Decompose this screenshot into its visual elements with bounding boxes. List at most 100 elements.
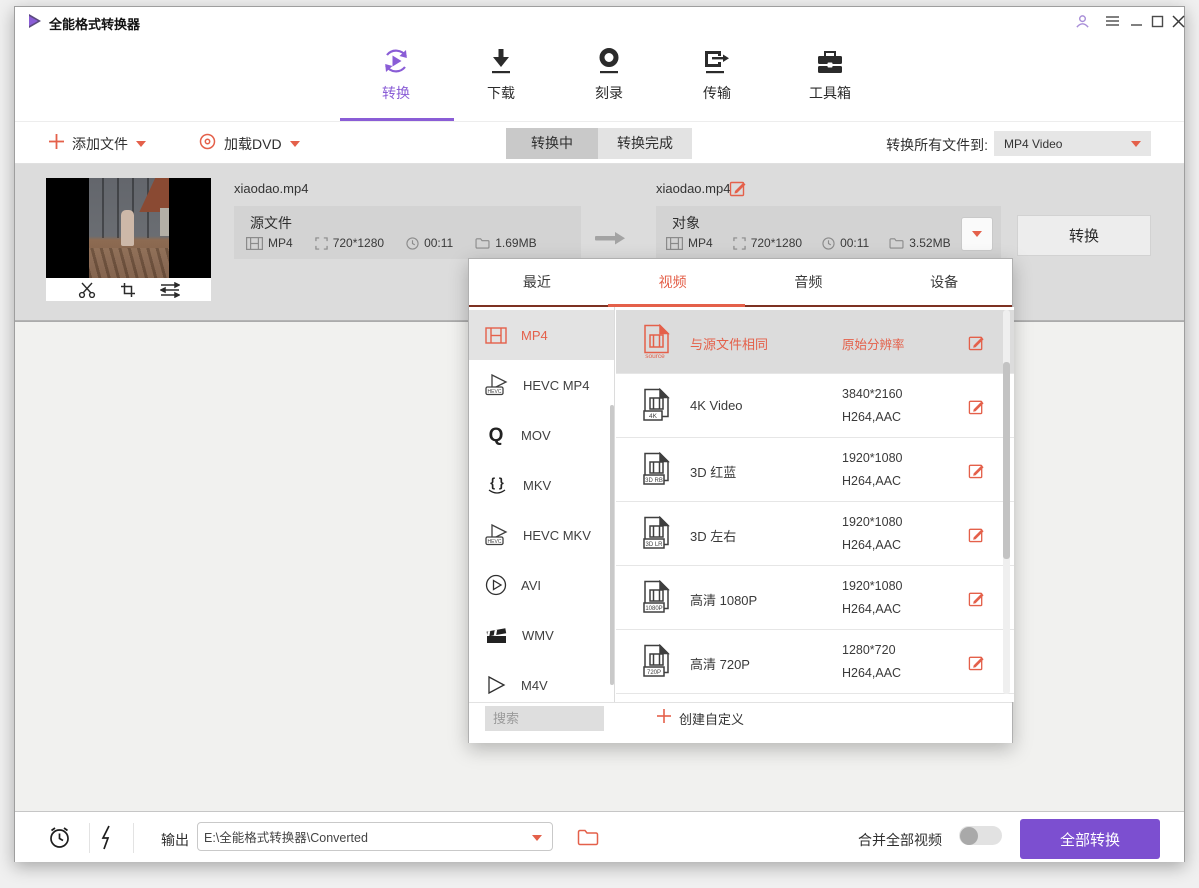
effects-icon[interactable] xyxy=(160,282,180,298)
format-search-input[interactable] xyxy=(485,706,604,731)
preset-4k-edit-icon[interactable] xyxy=(968,398,985,420)
target-format-dropdown-button[interactable] xyxy=(961,217,993,251)
tab-device[interactable]: 设备 xyxy=(876,259,1012,305)
svg-text:1080P: 1080P xyxy=(645,606,662,612)
preset-source-name: 与源文件相同 xyxy=(690,334,768,353)
convert-row-button[interactable]: 转换 xyxy=(1017,215,1151,256)
maximize-icon[interactable] xyxy=(1147,12,1167,30)
format-item-mkv[interactable]: { } MKV xyxy=(469,460,615,510)
account-icon[interactable] xyxy=(1072,12,1092,30)
preset-3d-rb-codec: H264,AAC xyxy=(842,474,901,488)
preset-1080p-resolution: 1920*1080 xyxy=(842,579,902,593)
format-item-m4v-label: M4V xyxy=(521,678,548,693)
load-dvd-button[interactable]: 加载DVD xyxy=(199,122,300,165)
tab-download[interactable]: 下载 xyxy=(459,41,543,113)
tab-toolbox[interactable]: 工具箱 xyxy=(788,41,872,113)
format-item-wmv[interactable]: WMV xyxy=(469,610,615,660)
trim-icon[interactable] xyxy=(78,282,96,298)
preset-row-3d-lr[interactable]: 3D LR 3D 左右 1920*1080 H264,AAC xyxy=(616,502,1014,566)
preset-row-720p[interactable]: 720P 高清 720P 1280*720 H264,AAC xyxy=(616,630,1014,694)
output-path-input[interactable] xyxy=(204,824,524,849)
svg-text:4K: 4K xyxy=(649,413,658,420)
crop-icon[interactable] xyxy=(120,282,136,298)
tab-audio[interactable]: 音频 xyxy=(741,259,877,305)
target-box-title: 对象 xyxy=(672,215,700,231)
add-file-label: 添加文件 xyxy=(72,134,128,154)
preset-list-scrollbar-track xyxy=(1003,310,1010,694)
merge-all-toggle[interactable] xyxy=(959,826,1002,845)
hardware-acceleration-icon[interactable] xyxy=(98,825,116,850)
output-path-caret-icon[interactable] xyxy=(532,835,542,841)
format-item-hevc-mp4-label: HEVC MP4 xyxy=(523,378,589,393)
plus-icon xyxy=(657,709,671,728)
format-list: MP4 HEVC HEVC MP4 Q MOV { } MKV HEVC HEV… xyxy=(469,307,615,702)
resolution-icon xyxy=(733,237,746,250)
preset-3d-rb-icon: 3D RB xyxy=(642,452,672,493)
target-size: 3.52MB xyxy=(889,236,950,250)
rename-icon[interactable] xyxy=(729,179,747,197)
menu-icon[interactable] xyxy=(1102,12,1122,30)
target-resolution: 720*1280 xyxy=(733,236,802,250)
preset-3d-lr-name: 3D 左右 xyxy=(690,526,736,545)
preset-720p-edit-icon[interactable] xyxy=(968,654,985,676)
load-dvd-label: 加载DVD xyxy=(224,134,282,154)
preset-3d-lr-edit-icon[interactable] xyxy=(968,526,985,548)
tab-burn[interactable]: 刻录 xyxy=(567,41,651,113)
video-thumbnail xyxy=(46,178,211,278)
merge-all-label: 合并全部视频 xyxy=(858,830,942,850)
tab-convert[interactable]: 转换 xyxy=(354,41,438,113)
format-list-scrollbar[interactable] xyxy=(610,405,614,685)
app-logo-icon xyxy=(27,13,43,34)
preset-row-source[interactable]: source 与源文件相同 原始分辨率 xyxy=(616,310,1014,374)
format-item-mov-label: MOV xyxy=(521,428,551,443)
preset-3d-rb-edit-icon[interactable] xyxy=(968,462,985,484)
tab-transfer[interactable]: 传输 xyxy=(675,41,759,113)
schedule-icon[interactable] xyxy=(47,825,72,850)
preset-3d-rb-name: 3D 红蓝 xyxy=(690,462,736,481)
preset-row-1080p[interactable]: 1080P 高清 1080P 1920*1080 H264,AAC xyxy=(616,566,1014,630)
tab-finished[interactable]: 转换完成 xyxy=(598,128,692,159)
preset-3d-lr-icon: 3D LR xyxy=(642,516,672,557)
convert-all-format-dropdown[interactable]: MP4 Video xyxy=(994,131,1151,156)
format-item-hevc-mp4[interactable]: HEVC HEVC MP4 xyxy=(469,360,615,410)
folder-icon xyxy=(475,237,490,249)
minimize-icon[interactable] xyxy=(1126,12,1146,30)
format-picker-popup: 最近 视频 音频 设备 MP4 HEVC HEVC MP4 Q MOV { } … xyxy=(468,258,1013,743)
svg-text:HEVC: HEVC xyxy=(488,389,502,395)
preset-list: source 与源文件相同 原始分辨率 4K 4K Video 3840*216… xyxy=(616,307,1014,702)
preset-source-icon: source xyxy=(642,324,672,365)
format-item-mov[interactable]: Q MOV xyxy=(469,410,615,460)
format-item-mp4[interactable]: MP4 xyxy=(469,310,615,360)
convert-all-caret-icon xyxy=(1131,141,1141,147)
tab-video[interactable]: 视频 xyxy=(605,259,741,305)
format-item-mp4-label: MP4 xyxy=(521,328,548,343)
create-custom-button[interactable]: 创建自定义 xyxy=(657,706,744,731)
preset-list-scrollbar-thumb[interactable] xyxy=(1003,362,1010,559)
preset-row-3d-rb[interactable]: 3D RB 3D 红蓝 1920*1080 H264,AAC xyxy=(616,438,1014,502)
preset-1080p-edit-icon[interactable] xyxy=(968,590,985,612)
mkv-icon: { } xyxy=(485,474,509,496)
thumbnail-deck-detail xyxy=(89,248,169,278)
preset-720p-icon: 720P xyxy=(642,644,672,685)
film-icon xyxy=(666,237,683,250)
open-folder-icon[interactable] xyxy=(577,828,599,846)
preset-4k-codec: H264,AAC xyxy=(842,410,901,424)
format-item-m4v[interactable]: M4V xyxy=(469,660,615,702)
close-icon[interactable] xyxy=(1168,12,1188,30)
preset-720p-name: 高清 720P xyxy=(690,654,750,673)
preset-row-4k[interactable]: 4K 4K Video 3840*2160 H264,AAC xyxy=(616,374,1014,438)
mp4-film-icon xyxy=(485,327,507,344)
bottom-bar: 输出 合并全部视频 全部转换 xyxy=(15,811,1184,862)
tab-toolbox-label: 工具箱 xyxy=(788,83,872,103)
preset-source-resolution: 原始分辨率 xyxy=(842,334,905,353)
svg-text:3D LR: 3D LR xyxy=(645,542,663,548)
add-file-button[interactable]: 添加文件 xyxy=(49,122,146,165)
tab-converting[interactable]: 转换中 xyxy=(506,128,598,159)
quicktime-icon: Q xyxy=(485,424,507,446)
tab-recent[interactable]: 最近 xyxy=(469,259,605,305)
clock-icon xyxy=(822,237,835,250)
format-item-hevc-mkv[interactable]: HEVC HEVC MKV xyxy=(469,510,615,560)
format-item-avi[interactable]: AVI xyxy=(469,560,615,610)
preset-source-edit-icon[interactable] xyxy=(968,334,985,356)
convert-all-button[interactable]: 全部转换 xyxy=(1020,819,1160,859)
